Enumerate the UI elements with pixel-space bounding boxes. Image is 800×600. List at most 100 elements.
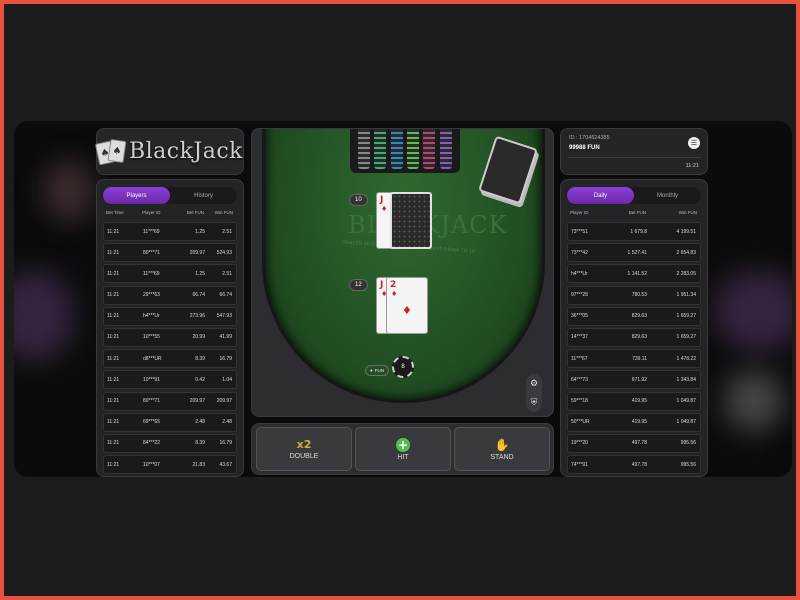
table-cell: 209.97 — [189, 249, 205, 256]
chip-stack — [407, 129, 420, 169]
table-row: 73***51 1 679.8 4 199.51 — [567, 222, 701, 241]
table-cell: 21.83 — [192, 461, 205, 468]
table-cell: 66.74 — [192, 292, 205, 299]
table-cell: 73***51 — [571, 228, 588, 235]
table-row: 97***28 780.53 1 951.34 — [567, 285, 701, 305]
table-cell: 10***55 — [143, 334, 160, 341]
table-row: 11:21 84***22 8.39 16.79 — [103, 433, 237, 453]
card-pip: ♦ — [402, 304, 412, 317]
table-row: 11:21 h4***Ur 273.96 547.93 — [103, 306, 237, 326]
table-cell: 41.99 — [219, 334, 232, 341]
tab-monthly[interactable]: Monthly — [634, 187, 701, 204]
bet-chip[interactable]: 8 — [392, 356, 414, 378]
table-cell: 64***73 — [571, 376, 588, 383]
column-header: Player ID — [142, 210, 161, 215]
table-row: 73***42 1 527.41 2 654.83 — [567, 243, 701, 263]
chip-stack — [374, 129, 387, 169]
table-cell: 1 049.87 — [676, 398, 696, 404]
table-cell: 1.25 — [195, 270, 205, 277]
hit-button[interactable]: + HIT — [355, 427, 451, 471]
table-row: 11:21 10***07 21.83 43.67 — [103, 455, 237, 475]
table-cell: 1 343.84 — [676, 376, 696, 383]
table-row: 59***18 419.95 1 049.87 — [567, 391, 701, 411]
menu-icon[interactable]: ☰ — [688, 137, 700, 149]
table-cell: 780.53 — [631, 292, 647, 299]
double-label: DOUBLE — [289, 453, 319, 460]
tab-daily[interactable]: Daily — [567, 187, 634, 204]
gear-icon[interactable]: ⚙ — [530, 378, 538, 389]
stand-button[interactable]: ✋ STAND — [454, 427, 550, 471]
table-cell: 995.56 — [680, 440, 696, 447]
table-cell: 84***22 — [143, 440, 160, 447]
card-rank: J — [380, 280, 384, 290]
table-row: 14***37 829.63 1 659.27 — [567, 327, 701, 347]
background-bokeh — [714, 271, 792, 351]
players-panel: Players History Bet Time Player ID Bet F… — [96, 179, 244, 477]
table-cell: 497.78 — [631, 461, 647, 468]
table-cell: 2.48 — [222, 419, 232, 426]
tab-history[interactable]: History — [170, 187, 237, 204]
players-list: 11:21 11***69 1.25 2.51 11:21 80***71 209.97 52… — [103, 222, 237, 476]
table-cell: 16.79 — [219, 440, 232, 447]
card-suit: ♦ — [391, 290, 398, 298]
table-cell: 11:21 — [107, 292, 120, 299]
divider — [567, 157, 701, 158]
table-cell: 11:21 — [107, 376, 120, 383]
table-cell: 11:21 — [107, 355, 120, 362]
table-cell: 16.79 — [219, 355, 232, 362]
table-cell: 74***91 — [571, 461, 588, 468]
chip-stack — [358, 129, 371, 169]
table-row: 11:21 10***91 0.42 1.04 — [103, 370, 237, 390]
table-cell: 73***42 — [571, 249, 588, 256]
table-cell: 1 951.34 — [676, 292, 696, 299]
table-cell: 829.63 — [631, 334, 647, 341]
hand-icon: ✋ — [494, 437, 510, 452]
players-tabs: Players History — [103, 187, 237, 204]
table-cell: 20.99 — [192, 334, 205, 341]
table-cell: 43.67 — [219, 461, 232, 468]
table-cell: 80***71 — [143, 249, 160, 256]
table-cell: 11***69 — [143, 270, 160, 277]
player-score-badge: 12 — [349, 279, 368, 291]
dealer-score-badge: 10 — [349, 194, 368, 206]
table-cell: 1 478.22 — [676, 355, 696, 362]
table-cell: 69***65 — [143, 419, 160, 426]
column-header: Bet FUN — [628, 210, 646, 215]
table-cell: 50***UR — [571, 419, 590, 426]
table-cell: 11***67 — [571, 355, 588, 362]
chip-stack — [439, 129, 452, 169]
table-cell: 4 199.51 — [676, 228, 696, 235]
logo-panel: ♠ ♠ BlackJack — [94, 128, 244, 175]
chip-stack — [423, 129, 436, 169]
table-cell: 2.51 — [222, 270, 232, 277]
table-row: 64***73 671.92 1 343.84 — [567, 370, 701, 390]
table-header: Bet Time Player ID Bet FUN Win FUN — [103, 210, 237, 220]
clock: 11:21 — [685, 163, 699, 169]
table-cell: 2 283.05 — [676, 270, 696, 277]
shield-icon[interactable]: ⛨ — [531, 397, 538, 408]
leaderboard-tabs: Daily Monthly — [567, 187, 701, 204]
card-rank: J — [380, 195, 384, 205]
background-bokeh — [14, 271, 74, 361]
table-cell: 10***07 — [143, 461, 160, 468]
table-cell: 1 679.8 — [630, 228, 647, 235]
table-cell: 1 527.41 — [627, 249, 647, 256]
card-rank: 2 — [390, 280, 397, 290]
table-cell: 14***37 — [571, 334, 588, 341]
table-header: Player ID Bet FUN Win FUN — [567, 210, 701, 220]
column-header: Bet FUN — [186, 210, 204, 215]
leaderboard-panel: Daily Monthly Player ID Bet FUN Win FUN … — [560, 179, 708, 477]
table-row: 11:21 10***55 20.99 41.99 — [103, 327, 237, 347]
table-cell: 29***63 — [143, 292, 160, 299]
double-button[interactable]: x2 DOUBLE — [256, 427, 352, 471]
card-suit: ♦ — [381, 205, 388, 213]
table-cell: d8***UR — [143, 355, 162, 362]
tab-players[interactable]: Players — [103, 187, 170, 204]
chip-tray — [350, 129, 460, 173]
fun-label: FUN — [374, 368, 384, 373]
table-cell: 19***20 — [571, 440, 588, 447]
table-cell: 497.78 — [631, 440, 647, 447]
table-cell: 8.39 — [195, 440, 205, 447]
table-cell: 739.11 — [632, 355, 647, 362]
column-header: Win FUN — [214, 210, 233, 215]
